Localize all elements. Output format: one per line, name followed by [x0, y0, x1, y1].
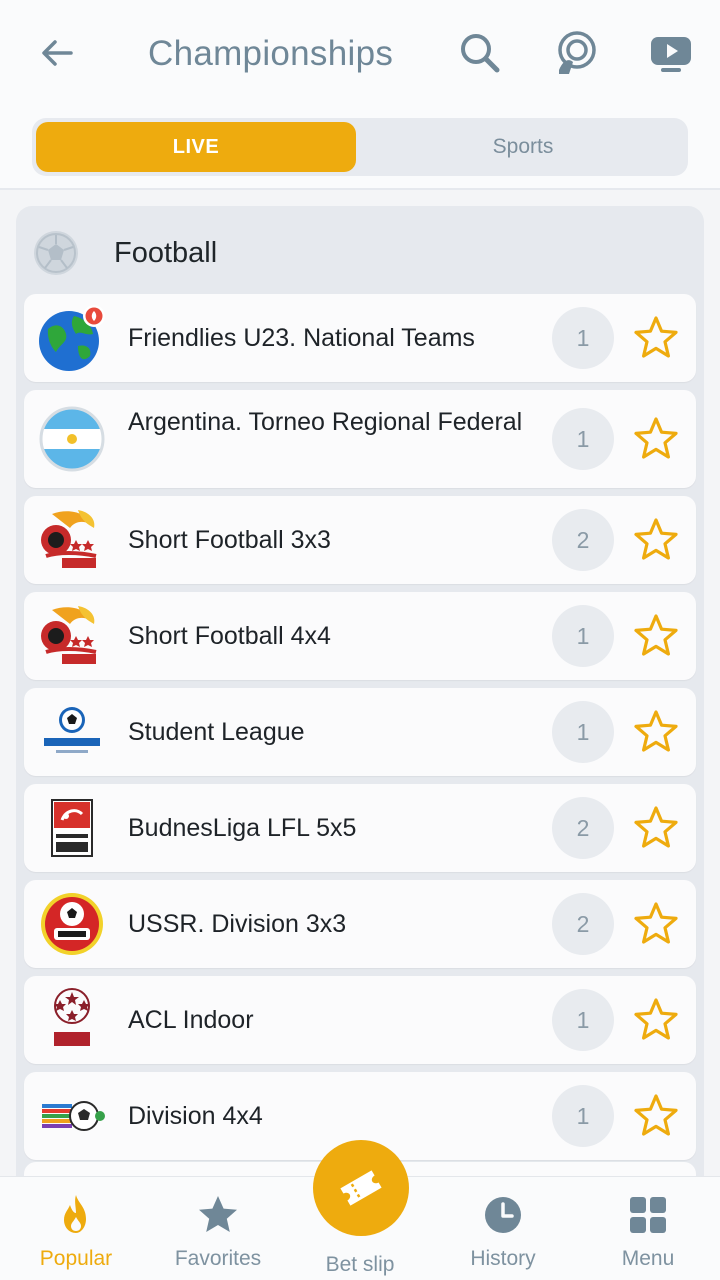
event-count-badge: 1 — [552, 605, 614, 667]
clock-icon — [485, 1197, 521, 1233]
star-icon[interactable] — [632, 415, 680, 463]
championship-name: Argentina. Torneo Regional Federal — [128, 408, 523, 436]
star-icon[interactable] — [632, 314, 680, 362]
championship-row[interactable]: Argentina. Torneo Regional Federal 1 — [24, 390, 696, 488]
star-icon[interactable] — [632, 804, 680, 852]
search-button[interactable] — [455, 28, 505, 78]
nav-label: Menu — [621, 1247, 675, 1270]
back-button[interactable] — [32, 28, 82, 78]
live-stream-icon — [558, 31, 596, 74]
championship-name: Student League — [128, 718, 305, 746]
event-count-badge: 1 — [552, 1085, 614, 1147]
championship-row[interactable]: Short Football 4x4 1 — [24, 592, 696, 680]
ticket-icon — [340, 1170, 382, 1206]
event-count-badge: 2 — [552, 797, 614, 859]
star-icon[interactable] — [632, 900, 680, 948]
championship-name: ACL Indoor — [128, 1006, 254, 1034]
tab-sports[interactable]: Sports — [362, 122, 684, 172]
football-icon — [34, 231, 78, 275]
division-logo — [42, 1101, 105, 1131]
video-button[interactable] — [646, 28, 696, 78]
live-stream-button[interactable] — [551, 28, 601, 78]
star-icon[interactable] — [632, 708, 680, 756]
championship-name: Short Football 3x3 — [128, 526, 331, 554]
championship-name: Friendlies U23. National Teams — [128, 324, 475, 352]
championship-name: Short Football 4x4 — [128, 622, 331, 650]
championship-name: USSR. Division 3x3 — [128, 910, 347, 938]
nav-label: Popular — [39, 1247, 113, 1270]
bet-slip-button[interactable] — [313, 1140, 409, 1236]
video-icon — [651, 37, 691, 72]
short-football-logo — [41, 606, 97, 664]
nav-favorites[interactable]: Favorites — [148, 1193, 288, 1277]
event-count-badge: 1 — [552, 307, 614, 369]
mode-switch: LIVE Sports — [32, 118, 688, 176]
argentina-flag-icon — [39, 406, 105, 472]
event-count-badge: 2 — [552, 509, 614, 571]
back-arrow-icon — [42, 40, 73, 66]
flame-icon — [64, 1195, 86, 1233]
grid-menu-icon — [630, 1197, 666, 1233]
nav-label: History — [470, 1247, 536, 1270]
championship-row[interactable]: USSR. Division 3x3 2 — [24, 880, 696, 968]
tab-live[interactable]: LIVE — [36, 122, 356, 172]
star-icon[interactable] — [632, 1092, 680, 1140]
nav-popular[interactable]: Popular — [6, 1193, 146, 1277]
nav-label: Favorites — [174, 1247, 262, 1270]
budnesliga-logo — [51, 799, 93, 857]
acl-logo — [54, 988, 90, 1046]
top-bar: Championships LIVE Sports — [0, 0, 720, 190]
event-count-badge: 1 — [552, 408, 614, 470]
event-count-badge: 2 — [552, 893, 614, 955]
student-league-logo — [44, 707, 100, 753]
championship-row[interactable]: ACL Indoor 1 — [24, 976, 696, 1064]
star-icon — [199, 1196, 237, 1232]
nav-menu[interactable]: Menu — [578, 1193, 718, 1277]
championship-row[interactable]: Short Football 3x3 2 — [24, 496, 696, 584]
event-count-badge: 1 — [552, 989, 614, 1051]
section-title: Football — [114, 236, 218, 269]
nav-label: Bet slip — [325, 1253, 395, 1276]
search-icon — [461, 34, 500, 73]
championship-name: BudnesLiga LFL 5x5 — [128, 814, 357, 842]
championship-row[interactable]: Friendlies U23. National Teams 1 — [24, 294, 696, 382]
star-icon[interactable] — [632, 516, 680, 564]
championship-name: Division 4x4 — [128, 1102, 263, 1130]
nav-history[interactable]: History — [433, 1193, 573, 1277]
short-football-logo — [41, 510, 97, 568]
section-header[interactable]: Football — [32, 228, 217, 278]
page-title: Championships — [148, 34, 394, 73]
star-icon[interactable] — [632, 996, 680, 1044]
championship-row[interactable]: BudnesLiga LFL 5x5 2 — [24, 784, 696, 872]
football-section: Football Friendlies U23. National Teams … — [16, 206, 704, 1202]
event-count-badge: 1 — [552, 701, 614, 763]
globe-icon — [39, 305, 105, 371]
ussr-logo — [41, 893, 103, 955]
star-icon[interactable] — [632, 612, 680, 660]
championship-row[interactable]: Student League 1 — [24, 688, 696, 776]
